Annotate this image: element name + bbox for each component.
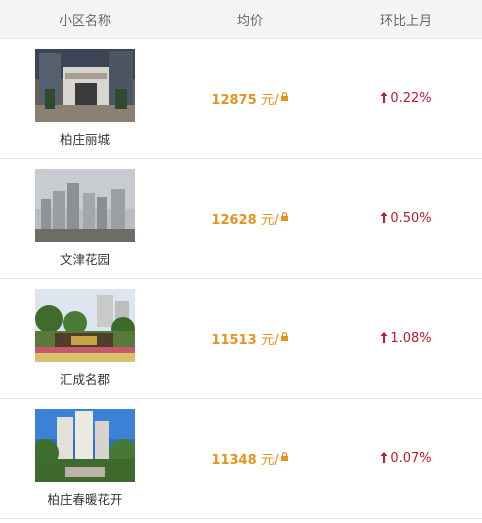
month-change: 1.08% — [330, 331, 482, 346]
average-price: 12628 元/ — [170, 209, 330, 228]
community-cell: 汇成名郡 — [0, 289, 170, 388]
community-photo[interactable] — [35, 49, 135, 122]
community-photo[interactable] — [35, 289, 135, 362]
community-name: 文津花园 — [59, 252, 110, 267]
lock-icon — [280, 92, 288, 101]
arrow-up-icon — [380, 452, 388, 463]
table-row[interactable]: 汇成名郡 11513 元/ 1.08% — [0, 279, 482, 399]
change-value: 0.22% — [390, 91, 432, 106]
community-name: 汇成名郡 — [59, 372, 110, 387]
price-unit: 元/ — [261, 453, 279, 468]
header-average-price: 均价 — [236, 13, 263, 29]
table-header: 小区名称 均价 环比上月 — [0, 0, 482, 39]
price-unit: 元/ — [261, 333, 279, 348]
price-unit: 元/ — [261, 213, 279, 228]
change-value: 0.07% — [390, 451, 432, 466]
average-price: 11513 元/ — [170, 329, 330, 348]
price-value: 12875 — [211, 93, 257, 108]
table-row[interactable]: 柏庄春暖花开 11348 元/ 0.07% — [0, 399, 482, 519]
community-price-table: 小区名称 均价 环比上月 柏庄丽城 12875 元/ 0.22% 文津花园 12… — [0, 0, 482, 519]
lock-icon — [280, 452, 288, 461]
community-cell: 柏庄春暖花开 — [0, 409, 170, 508]
lock-icon — [280, 212, 288, 221]
month-change: 0.07% — [330, 451, 482, 466]
arrow-up-icon — [380, 332, 388, 343]
table-row[interactable]: 柏庄丽城 12875 元/ 0.22% — [0, 39, 482, 159]
average-price: 11348 元/ — [170, 449, 330, 468]
month-change: 0.50% — [330, 211, 482, 226]
price-value: 12628 — [211, 213, 257, 228]
change-value: 0.50% — [390, 211, 432, 226]
lock-icon — [280, 332, 288, 341]
arrow-up-icon — [380, 92, 388, 103]
table-row[interactable]: 文津花园 12628 元/ 0.50% — [0, 159, 482, 279]
price-value: 11348 — [211, 453, 257, 468]
header-month-change: 环比上月 — [379, 13, 432, 29]
community-name: 柏庄春暖花开 — [47, 492, 123, 507]
community-name: 柏庄丽城 — [59, 132, 110, 147]
header-community-name: 小区名称 — [58, 13, 111, 29]
change-value: 1.08% — [390, 331, 432, 346]
month-change: 0.22% — [330, 91, 482, 106]
community-photo[interactable] — [35, 409, 135, 482]
average-price: 12875 元/ — [170, 89, 330, 108]
price-unit: 元/ — [261, 93, 279, 108]
community-cell: 柏庄丽城 — [0, 49, 170, 148]
price-value: 11513 — [211, 333, 257, 348]
arrow-up-icon — [380, 212, 388, 223]
community-cell: 文津花园 — [0, 169, 170, 268]
community-photo[interactable] — [35, 169, 135, 242]
